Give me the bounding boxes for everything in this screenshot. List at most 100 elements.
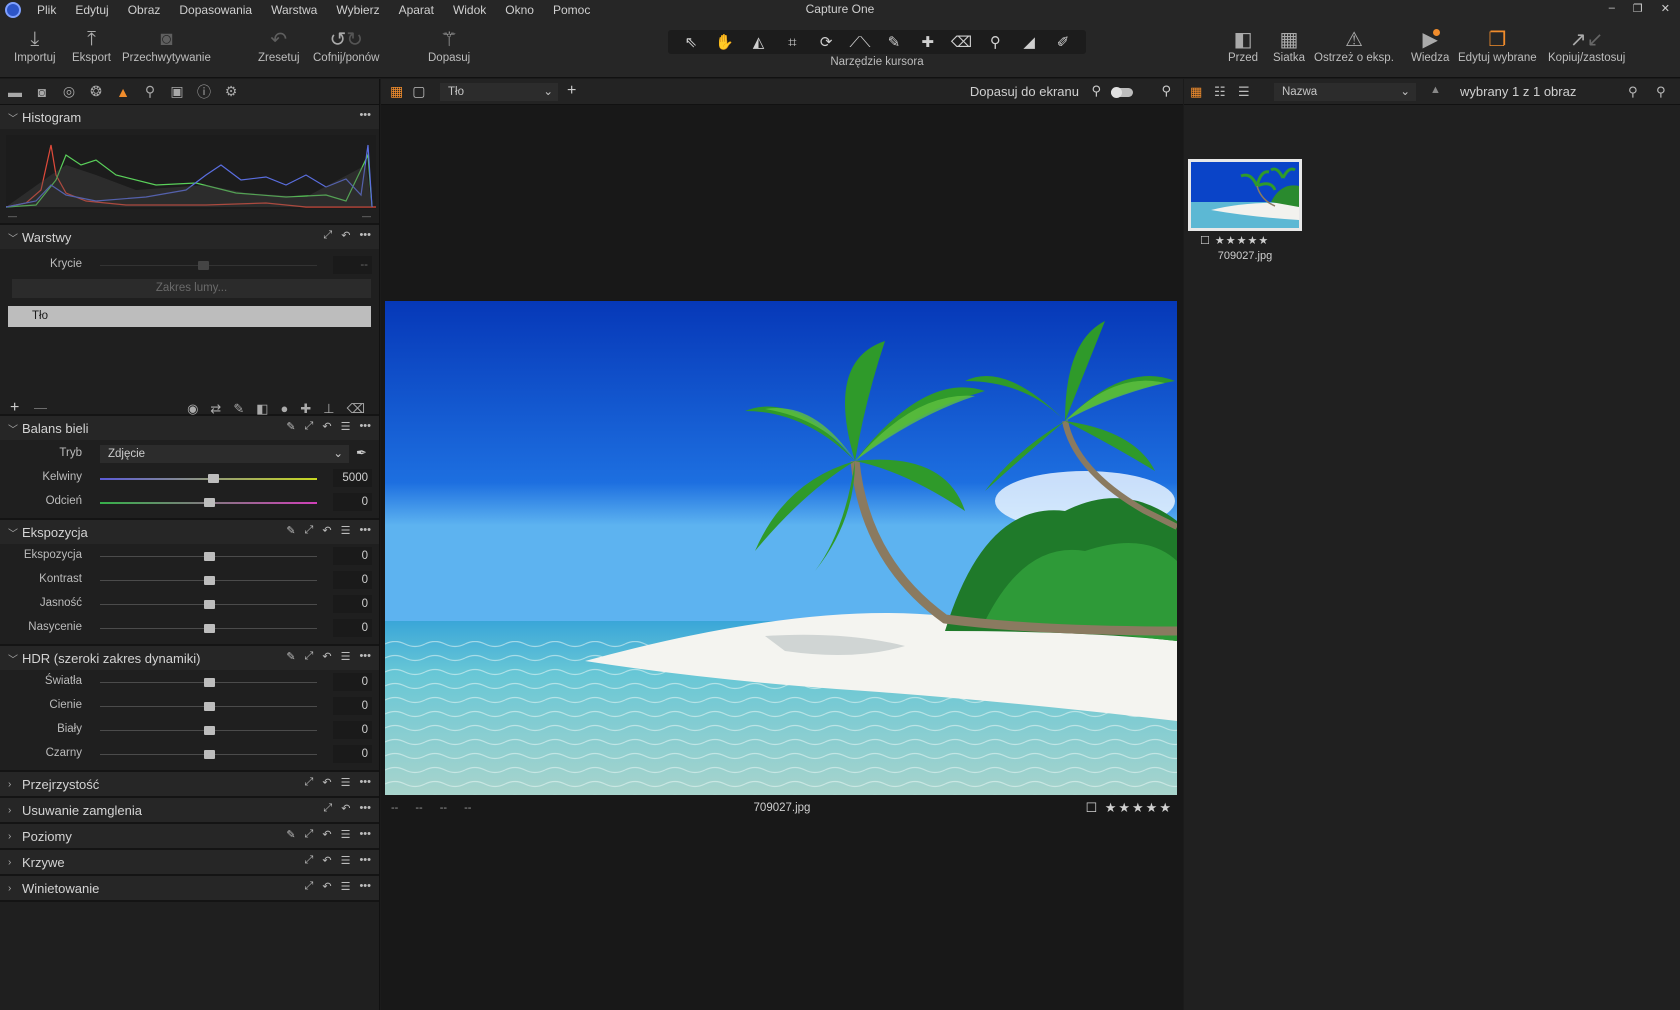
- menu-window[interactable]: Okno: [505, 3, 534, 17]
- vignetting-header[interactable]: › Winietowanie ⤢ ↶ ☰ •••: [0, 876, 379, 900]
- layer-select[interactable]: Tło ⌄: [440, 83, 558, 101]
- swap-icon[interactable]: ⇄: [210, 401, 221, 417]
- kelvin-value[interactable]: 5000: [333, 469, 372, 487]
- loupe-icon[interactable]: ◭: [748, 33, 770, 51]
- dehaze-header[interactable]: › Usuwanie zamglenia ⤢ ↶ •••: [0, 798, 379, 822]
- hdr-slider-thumb[interactable]: [203, 678, 215, 687]
- exposure-slider-thumb[interactable]: [203, 552, 215, 561]
- edit-selected-button[interactable]: ❐ Edytuj wybrane: [1458, 26, 1537, 65]
- presets-icon[interactable]: ☰: [341, 420, 351, 433]
- adjustments-tab-icon[interactable]: ▣: [168, 83, 186, 101]
- minimize-icon[interactable]: –: [1609, 2, 1615, 15]
- reset-icon[interactable]: ↶: [322, 420, 331, 433]
- exposure-slider-thumb[interactable]: [203, 576, 215, 585]
- more-options-icon[interactable]: •••: [359, 880, 371, 893]
- import-button[interactable]: ⤓ Importuj: [14, 26, 56, 65]
- learn-button[interactable]: ▶ Wiedza: [1411, 26, 1449, 65]
- exposure-value[interactable]: 0: [333, 571, 372, 589]
- reset-icon[interactable]: ↶: [322, 854, 331, 867]
- exposure-value[interactable]: 0: [333, 547, 372, 565]
- grid-button[interactable]: ▦ Siatka: [1273, 26, 1305, 65]
- more-options-icon[interactable]: •••: [359, 229, 371, 242]
- expand-icon[interactable]: ⤢: [305, 524, 314, 537]
- fit-to-screen-label[interactable]: Dopasuj do ekranu: [970, 84, 1079, 99]
- reset-button[interactable]: ↶ Zresetuj: [258, 26, 300, 65]
- remove-layer-icon[interactable]: —: [34, 400, 47, 415]
- menu-layer[interactable]: Warstwa: [271, 3, 317, 17]
- zoom-out-icon[interactable]: ⚲: [1091, 83, 1101, 99]
- select-cursor-icon[interactable]: ⇖: [680, 33, 702, 51]
- capture-button[interactable]: ◙ Przechwytywanie: [122, 26, 211, 65]
- copy-apply-button[interactable]: ↗ ↙ Kopiuj/zastosuj: [1548, 26, 1625, 65]
- mask-visibility-icon[interactable]: ◉: [187, 401, 198, 417]
- export-button[interactable]: ⤒ Eksport: [72, 26, 111, 65]
- white-balance-header[interactable]: ﹀ Balans bieli ✎ ⤢ ↶ ☰ •••: [0, 416, 379, 440]
- zoom-icon[interactable]: ⚲: [1628, 84, 1638, 100]
- exposure-slider-thumb[interactable]: [203, 600, 215, 609]
- background-layer-item[interactable]: Tło: [8, 306, 371, 327]
- eraser-icon[interactable]: ⌫: [951, 33, 973, 51]
- hdr-slider-thumb[interactable]: [203, 702, 215, 711]
- tint-slider-thumb[interactable]: [203, 498, 215, 507]
- reset-icon[interactable]: ↶: [322, 880, 331, 893]
- expand-icon[interactable]: ⤢: [305, 776, 314, 789]
- presets-icon[interactable]: ☰: [341, 524, 351, 537]
- expand-icon[interactable]: ⤢: [305, 880, 314, 893]
- capture-tab-icon[interactable]: ◙: [33, 83, 51, 101]
- more-options-icon[interactable]: •••: [359, 524, 371, 537]
- more-options-icon[interactable]: •••: [359, 420, 371, 433]
- presets-icon[interactable]: ☰: [341, 880, 351, 893]
- hdr-slider-thumb[interactable]: [203, 726, 215, 735]
- opacity-value[interactable]: --: [333, 256, 372, 274]
- presets-icon[interactable]: ☰: [341, 776, 351, 789]
- undo-redo-button[interactable]: ↺ ↻ Cofnij/ponów: [313, 26, 379, 65]
- exposure-slider-thumb[interactable]: [203, 624, 215, 633]
- exposure-value[interactable]: 0: [333, 619, 372, 637]
- more-options-icon[interactable]: •••: [359, 828, 371, 841]
- details-tab-icon[interactable]: ⚲: [141, 83, 159, 101]
- hdr-value[interactable]: 0: [333, 745, 372, 763]
- menu-camera[interactable]: Aparat: [399, 3, 434, 17]
- auto-adjust-button[interactable]: ⚚ Dopasuj: [428, 26, 470, 65]
- presets-icon[interactable]: ☰: [341, 650, 351, 663]
- single-view-icon[interactable]: ▢: [412, 83, 425, 100]
- more-options-icon[interactable]: •••: [359, 854, 371, 867]
- menu-select[interactable]: Wybierz: [336, 3, 379, 17]
- annotation-icon[interactable]: ✐: [1052, 33, 1074, 51]
- zoom-in-icon[interactable]: ⚲: [1161, 83, 1171, 99]
- menu-adjustments[interactable]: Dopasowania: [179, 3, 252, 17]
- filmstrip-view-icon[interactable]: ☰: [1238, 84, 1250, 100]
- settings-tab-icon[interactable]: ⚙: [222, 83, 240, 101]
- expand-icon[interactable]: ⤢: [305, 650, 314, 663]
- expand-icon[interactable]: ⤢: [323, 229, 332, 242]
- restore-icon[interactable]: ❐: [1633, 2, 1643, 15]
- list-view-icon[interactable]: ☷: [1214, 84, 1226, 100]
- levels-header[interactable]: › Poziomy ✎ ⤢ ↶ ☰ •••: [0, 824, 379, 848]
- metadata-tab-icon[interactable]: ⓘ: [195, 83, 213, 101]
- zoom-slider[interactable]: [1111, 87, 1133, 98]
- color-tab-icon[interactable]: ❂: [87, 83, 105, 101]
- heal-icon[interactable]: ✚: [917, 33, 939, 51]
- kelvin-slider-thumb[interactable]: [207, 474, 219, 483]
- reset-icon[interactable]: ↶: [322, 524, 331, 537]
- more-options-icon[interactable]: •••: [359, 802, 371, 815]
- reset-icon[interactable]: ↶: [341, 229, 350, 242]
- menu-file[interactable]: Plik: [37, 3, 56, 17]
- curves-header[interactable]: › Krzywe ⤢ ↶ ☰ •••: [0, 850, 379, 874]
- more-options-icon[interactable]: •••: [359, 650, 371, 663]
- menu-help[interactable]: Pomoc: [553, 3, 590, 17]
- hdr-value[interactable]: 0: [333, 721, 372, 739]
- menu-edit[interactable]: Edytuj: [75, 3, 108, 17]
- eyedropper-icon[interactable]: ✒: [356, 445, 367, 461]
- search-icon[interactable]: ⚲: [1656, 84, 1666, 100]
- wb-mode-select[interactable]: Zdjęcie ⌄: [100, 445, 349, 463]
- lens-tab-icon[interactable]: ◎: [60, 83, 78, 101]
- exposure-value[interactable]: 0: [333, 595, 372, 613]
- picker-icon[interactable]: ✎: [286, 524, 295, 537]
- picker-icon[interactable]: ✎: [286, 650, 295, 663]
- clone-stamp-icon[interactable]: ⊥: [323, 401, 334, 417]
- rotate-icon[interactable]: ⟳: [815, 33, 837, 51]
- gradient-icon[interactable]: ◢: [1018, 33, 1040, 51]
- reset-icon[interactable]: ↶: [322, 650, 331, 663]
- hdr-slider-thumb[interactable]: [203, 750, 215, 759]
